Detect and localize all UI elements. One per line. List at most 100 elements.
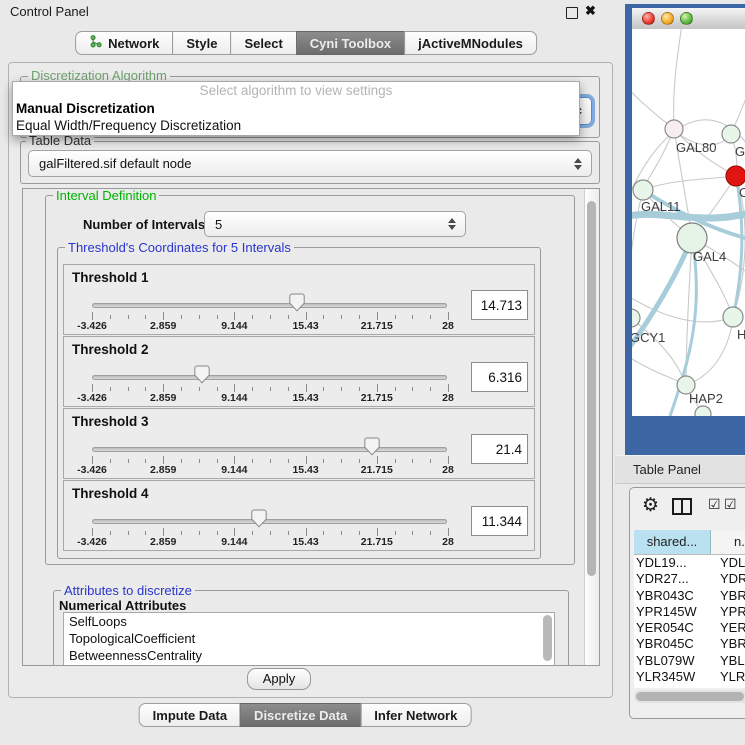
threshold-value-input[interactable] — [471, 290, 528, 320]
cell-name[interactable]: YER0 — [720, 620, 745, 636]
tab-select[interactable]: Select — [230, 31, 296, 55]
tab-cyni-toolbox[interactable]: Cyni Toolbox — [296, 31, 405, 55]
table-data-combobox[interactable]: galFiltered.sif default node — [28, 150, 592, 177]
column-header-name[interactable]: n... — [711, 530, 745, 554]
network-window[interactable]: GAL80 GA C GAL11 GAL4 GCY1 H HAP2 — [625, 4, 745, 455]
slider-scale: -3.4262.8599.14415.4321.71528 — [92, 464, 448, 476]
table-body: YDL19...YDL1YDR27...YDR2YBR043CYBR0YPR14… — [634, 555, 745, 688]
attribute-list-item[interactable]: TopologicalCoefficient — [64, 630, 554, 647]
cell-shared-name[interactable]: YLR345W — [634, 669, 720, 685]
cell-name[interactable]: YDR2 — [720, 571, 745, 587]
cell-name[interactable]: YBR0 — [720, 636, 745, 652]
threshold-slider-track[interactable] — [92, 303, 447, 308]
horizontal-scrollbar[interactable] — [634, 690, 745, 703]
tab-impute-data[interactable]: Impute Data — [139, 703, 241, 727]
list-scrollbar[interactable] — [543, 615, 552, 661]
tab-discretize-data[interactable]: Discretize Data — [240, 703, 361, 727]
split-columns-icon[interactable] — [672, 498, 692, 515]
checkbox-icon-1[interactable]: ☑ — [708, 496, 721, 513]
cell-shared-name[interactable]: YDR27... — [634, 571, 720, 587]
slider-scale-label: 21.715 — [361, 536, 393, 548]
threshold-slider-track[interactable] — [92, 375, 447, 380]
tab-infer-network[interactable]: Infer Network — [360, 703, 471, 727]
cell-shared-name[interactable]: YBL079W — [634, 653, 720, 669]
threshold-slider-thumb[interactable] — [289, 293, 305, 312]
cell-name[interactable]: YLR3 — [720, 669, 745, 685]
float-window-icon[interactable] — [566, 7, 578, 19]
slider-scale-label: 15.43 — [292, 536, 318, 548]
control-panel-titlebar: Control Panel ✖ — [0, 0, 620, 24]
slider-scale-label: 2.859 — [150, 320, 176, 332]
table-row[interactable]: YBR043CYBR0 — [634, 588, 745, 604]
threshold-slider-thumb[interactable] — [194, 365, 210, 384]
threshold-slider-track[interactable] — [92, 447, 447, 452]
checkbox-icon-2[interactable]: ☑ — [724, 496, 737, 513]
node-h[interactable] — [723, 307, 743, 327]
node-partial[interactable] — [695, 406, 711, 416]
cell-name[interactable]: YBR0 — [720, 588, 745, 604]
numerical-attributes-label: Numerical Attributes — [59, 598, 186, 613]
cell-shared-name[interactable]: YER054C — [634, 620, 720, 636]
cell-shared-name[interactable]: YBR045C — [634, 636, 720, 652]
threshold-label: Threshold 4 — [72, 486, 149, 501]
cell-shared-name[interactable]: YIL052C — [634, 685, 720, 688]
dropdown-prompt: Select algorithm to view settings — [13, 82, 579, 100]
tab-jactivemnodules-label: jActiveMNodules — [418, 36, 523, 51]
threshold-value-input[interactable] — [471, 362, 528, 392]
node-gal11[interactable] — [633, 180, 653, 200]
table-panel-window: ⚙ ☑ ☑ shared... n... YDL19...YDL1YDR27..… — [629, 487, 745, 719]
minimize-traffic-light[interactable] — [661, 12, 674, 25]
attribute-list-item[interactable]: BetweennessCentrality — [64, 647, 554, 664]
cell-name[interactable]: YDL1 — [720, 555, 745, 571]
threshold-value-input[interactable] — [471, 506, 528, 536]
cell-name[interactable]: YBL0 — [720, 653, 745, 669]
table-row[interactable]: YBL079WYBL0 — [634, 653, 745, 669]
column-header-shared-name[interactable]: shared... — [634, 530, 711, 554]
tab-jactivemnodules[interactable]: jActiveMNodules — [404, 31, 537, 55]
table-row[interactable]: YDR27...YDR2 — [634, 571, 745, 587]
dropdown-option-manual[interactable]: Manual Discretization — [13, 100, 579, 118]
dropdown-option-equal-width[interactable]: Equal Width/Frequency Discretization — [13, 117, 579, 135]
screen: Control Panel ✖ Network Style Select Cyn… — [0, 0, 745, 745]
table-row[interactable]: YBR045CYBR0 — [634, 636, 745, 652]
node-label-c: C — [739, 185, 745, 200]
cell-shared-name[interactable]: YDL19... — [634, 555, 720, 571]
cell-name[interactable]: YIL0 — [720, 685, 745, 688]
tab-select-label: Select — [244, 36, 282, 51]
threshold-slider-thumb[interactable] — [364, 437, 380, 456]
cell-shared-name[interactable]: YBR043C — [634, 588, 720, 604]
cell-name[interactable]: YPR1 — [720, 604, 745, 620]
network-window-titlebar[interactable] — [632, 8, 745, 30]
cell-shared-name[interactable]: YPR145W — [634, 604, 720, 620]
attribute-list-item[interactable]: SelfLoops — [64, 613, 554, 630]
threshold-panel-2: Threshold 2 -3.4262.8599.14415.4321.7152… — [63, 336, 535, 407]
vertical-scrollbar[interactable] — [584, 189, 599, 665]
node-gal80[interactable] — [665, 120, 683, 138]
table-row[interactable]: YER054CYER0 — [634, 620, 745, 636]
node-red-selected[interactable] — [726, 166, 745, 186]
horizontal-scrollbar-thumb[interactable] — [636, 692, 744, 701]
number-of-intervals-combobox[interactable]: 5 — [204, 211, 466, 237]
table-row[interactable]: YPR145WYPR1 — [634, 604, 745, 620]
table-row[interactable]: YDL19...YDL1 — [634, 555, 745, 571]
combo-stepper-icon — [574, 158, 583, 170]
network-canvas[interactable]: GAL80 GA C GAL11 GAL4 GCY1 H HAP2 — [632, 29, 745, 416]
tab-style[interactable]: Style — [172, 31, 231, 55]
vertical-scrollbar-thumb[interactable] — [587, 201, 596, 576]
node-g[interactable] — [722, 125, 740, 143]
threshold-slider-thumb[interactable] — [251, 509, 267, 528]
table-row[interactable]: YLR345WYLR3 — [634, 669, 745, 685]
node-attribute-table[interactable]: shared... n... YDL19...YDL1YDR27...YDR2Y… — [634, 530, 745, 688]
numerical-attributes-list[interactable]: SelfLoopsTopologicalCoefficientBetweenne… — [63, 612, 555, 666]
slider-scale-label: 9.144 — [221, 464, 247, 476]
table-row[interactable]: YIL052CYIL0 — [634, 685, 745, 688]
threshold-value-input[interactable] — [471, 434, 528, 464]
threshold-slider-track[interactable] — [92, 519, 447, 524]
zoom-traffic-light[interactable] — [680, 12, 693, 25]
close-traffic-light[interactable] — [642, 12, 655, 25]
network-nodes[interactable] — [632, 120, 745, 416]
tab-network[interactable]: Network — [75, 31, 173, 55]
close-icon[interactable]: ✖ — [585, 3, 596, 19]
apply-button[interactable]: Apply — [247, 668, 311, 690]
gear-icon[interactable]: ⚙ — [642, 492, 659, 520]
